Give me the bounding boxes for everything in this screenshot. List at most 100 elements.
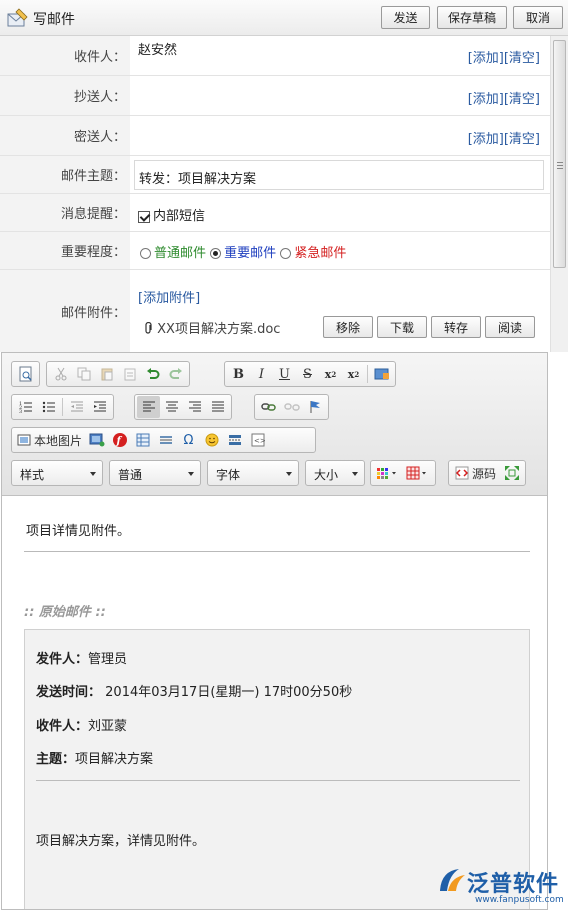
- bulleted-list-icon[interactable]: [37, 396, 60, 418]
- original-subject-value: 项目解决方案: [75, 752, 154, 767]
- remove-attachment-button[interactable]: 移除: [323, 316, 373, 338]
- right-gutter: [549, 352, 568, 913]
- save-attachment-button[interactable]: 转存: [431, 316, 481, 338]
- anchor-flag-icon[interactable]: [303, 396, 326, 418]
- subscript-icon[interactable]: x2: [319, 363, 342, 385]
- insert-image-icon[interactable]: [85, 429, 108, 451]
- superscript-icon[interactable]: x2: [342, 363, 365, 385]
- source-button[interactable]: 源码: [451, 462, 500, 484]
- download-attachment-button[interactable]: 下载: [377, 316, 427, 338]
- redo-icon[interactable]: [164, 363, 187, 385]
- align-center-icon[interactable]: [160, 396, 183, 418]
- send-button[interactable]: 发送: [381, 6, 430, 29]
- numbered-list-icon[interactable]: 123: [14, 396, 37, 418]
- local-image-button[interactable]: 本地图片: [14, 429, 85, 451]
- priority-label: 重要程度：: [0, 232, 130, 269]
- flash-icon[interactable]: f: [108, 429, 131, 451]
- paste-text-icon[interactable]: [118, 363, 141, 385]
- size-select[interactable]: 大小: [305, 460, 365, 486]
- link-icon[interactable]: [257, 396, 280, 418]
- cc-field[interactable]: [138, 87, 458, 105]
- watermark-url: www.fanpusoft.com: [475, 895, 564, 905]
- italic-icon[interactable]: I: [250, 363, 273, 385]
- to-add-link[interactable]: [添加]: [468, 51, 504, 66]
- priority-urgent-label[interactable]: 紧急邮件: [294, 246, 346, 261]
- cut-icon[interactable]: [49, 363, 72, 385]
- original-from-label: 发件人：: [36, 652, 89, 667]
- toolbar-group-align: [134, 394, 232, 420]
- form-scrollbar-thumb[interactable]: [553, 40, 566, 268]
- toolbar-group-clipboard: [46, 361, 190, 387]
- notify-option[interactable]: 内部短信: [138, 205, 205, 224]
- notify-label: 消息提醒：: [0, 194, 130, 231]
- bcc-clear-link[interactable]: [清空]: [504, 132, 540, 147]
- priority-important-label[interactable]: 重要邮件: [224, 246, 276, 261]
- read-attachment-button[interactable]: 阅读: [485, 316, 535, 338]
- undo-icon[interactable]: [141, 363, 164, 385]
- to-clear-link[interactable]: [清空]: [504, 51, 540, 66]
- original-subject: 主题：项目解决方案: [36, 748, 153, 767]
- toolbar-group-source: 源码: [448, 460, 527, 486]
- divider: [24, 551, 530, 552]
- bcc-label: 密送人：: [0, 116, 130, 155]
- outdent-icon[interactable]: [65, 396, 88, 418]
- preview-icon[interactable]: [14, 363, 37, 385]
- cc-clear-link[interactable]: [清空]: [504, 92, 540, 107]
- text-color-icon[interactable]: [373, 462, 403, 484]
- subject-input[interactable]: 转发：项目解决方案: [134, 160, 544, 190]
- toolbar-group-insert: 本地图片 f Ω <>: [11, 427, 316, 453]
- to-field[interactable]: 赵安然: [138, 39, 177, 58]
- scroll-grip-line: [557, 162, 563, 163]
- background-color-icon[interactable]: [403, 462, 433, 484]
- priority-normal-radio[interactable]: [140, 248, 151, 259]
- strikethrough-icon[interactable]: S: [296, 363, 319, 385]
- format-select[interactable]: 普通: [109, 460, 201, 486]
- horizontal-rule-icon[interactable]: [154, 429, 177, 451]
- page-break-icon[interactable]: [223, 429, 246, 451]
- priority-urgent-radio[interactable]: [280, 248, 292, 259]
- style-select[interactable]: 样式: [11, 460, 103, 486]
- remove-format-icon[interactable]: [370, 363, 393, 385]
- table-icon[interactable]: [131, 429, 154, 451]
- original-to: 收件人：刘亚蒙: [36, 715, 127, 734]
- watermark-logo: 泛普软件 www.fanpusoft.com: [437, 865, 564, 909]
- toolbar-group-lists: 123: [11, 394, 114, 420]
- align-justify-icon[interactable]: [206, 396, 229, 418]
- priority-important-radio[interactable]: [210, 248, 222, 259]
- cc-add-link[interactable]: [添加]: [468, 92, 504, 107]
- special-char-icon[interactable]: Ω: [177, 429, 200, 451]
- source-label: 源码: [472, 466, 497, 481]
- bcc-field[interactable]: [138, 127, 458, 145]
- source-code-icon: [455, 466, 469, 480]
- iframe-icon[interactable]: <>: [246, 429, 269, 451]
- editor-toolbar: B I U S x2 x2 123 本地图片 f Ω <> 样式 普通 字体 大…: [2, 353, 547, 496]
- original-time-value: 2014年03月17日(星期一) 17时00分50秒: [105, 685, 353, 700]
- maximize-icon[interactable]: [500, 462, 523, 484]
- bcc-add-link[interactable]: [添加]: [468, 132, 504, 147]
- quote-divider: [36, 780, 520, 781]
- original-time-label: 发送时间：: [36, 685, 102, 700]
- original-to-value: 刘亚蒙: [88, 719, 128, 734]
- cancel-button[interactable]: 取消: [513, 6, 563, 29]
- sms-checkbox[interactable]: [138, 210, 150, 223]
- add-attachment-link[interactable]: [添加附件]: [138, 287, 200, 306]
- indent-icon[interactable]: [88, 396, 111, 418]
- underline-icon[interactable]: U: [273, 363, 296, 385]
- unlink-icon[interactable]: [280, 396, 303, 418]
- title-bar: 写邮件 发送 保存草稿 取消: [0, 0, 568, 36]
- format-select-value: 普通: [118, 468, 143, 482]
- scroll-grip-line: [557, 168, 563, 169]
- bold-icon[interactable]: B: [227, 363, 250, 385]
- editor-content[interactable]: 项目详情见附件。 :: 原始邮件 :: 发件人：管理员 发送时间： 2014年0…: [2, 497, 547, 909]
- font-select[interactable]: 字体: [207, 460, 299, 486]
- smiley-icon[interactable]: [200, 429, 223, 451]
- align-left-icon[interactable]: [137, 396, 160, 418]
- chevron-down-icon: [286, 472, 292, 476]
- copy-icon[interactable]: [72, 363, 95, 385]
- priority-normal-label[interactable]: 普通邮件: [154, 246, 206, 261]
- align-right-icon[interactable]: [183, 396, 206, 418]
- form-scrollbar[interactable]: [550, 36, 568, 352]
- to-row: 收件人： 赵安然 [添加][清空]: [0, 36, 550, 76]
- paste-icon[interactable]: [95, 363, 118, 385]
- save-draft-button[interactable]: 保存草稿: [437, 6, 507, 29]
